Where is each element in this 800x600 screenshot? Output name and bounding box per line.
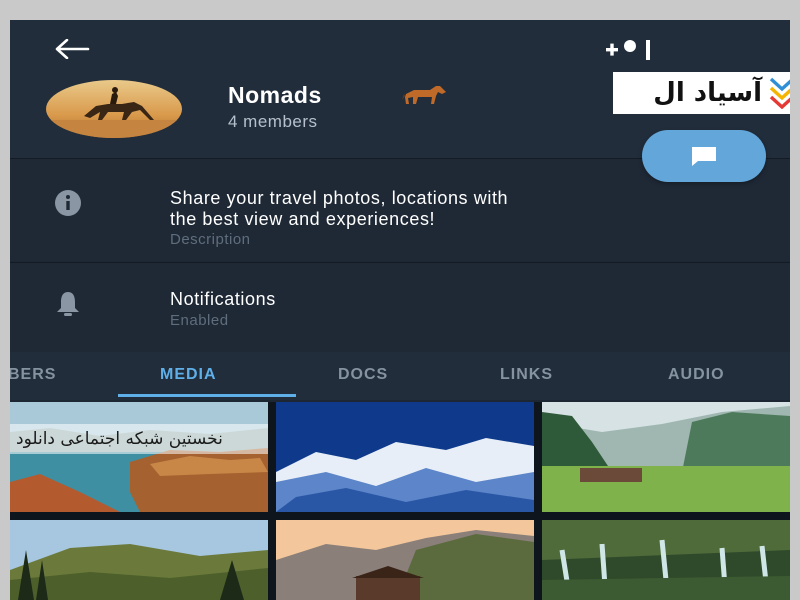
arrow-left-icon <box>55 39 90 59</box>
message-button[interactable] <box>642 130 766 182</box>
media-item-waterfall[interactable] <box>542 520 790 600</box>
screenshot-frame: Nomads 4 members آسیاد ال Share your tra… <box>0 0 800 600</box>
group-info-screen: Nomads 4 members آسیاد ال Share your tra… <box>10 20 790 600</box>
watermark-banner-text: نخستین شبکه اجتماعی دانلود <box>16 429 223 449</box>
chat-bubble-icon <box>692 147 716 166</box>
add-member-button[interactable] <box>606 38 654 64</box>
watermark-logo-text: آسیاد ال <box>653 78 762 108</box>
description-label: Description <box>170 231 251 248</box>
info-icon <box>52 187 84 219</box>
notifications-row[interactable]: Notifications Enabled <box>10 262 790 353</box>
group-avatar[interactable] <box>46 80 182 138</box>
media-tabs: BERS MEDIA DOCS LINKS AUDIO <box>10 352 790 400</box>
site-watermark-logo: آسیاد ال <box>613 72 790 114</box>
description-line-2: the best view and experiences! <box>170 209 436 229</box>
group-title: Nomads <box>228 82 322 108</box>
media-item-meadow[interactable] <box>542 402 790 512</box>
tab-audio[interactable]: AUDIO <box>668 366 725 384</box>
tab-media[interactable]: MEDIA <box>160 366 217 384</box>
tab-links[interactable]: LINKS <box>500 366 553 384</box>
media-grid: نخستین شبکه اجتماعی دانلود <box>10 402 790 600</box>
media-item-mountain-cabin[interactable] <box>276 520 534 600</box>
media-item-coastal-rocks[interactable]: نخستین شبکه اجتماعی دانلود <box>10 402 268 512</box>
media-item-snowy-mountain[interactable] <box>276 402 534 512</box>
active-tab-indicator <box>118 394 296 397</box>
member-count: 4 members <box>228 112 318 131</box>
tab-members[interactable]: BERS <box>10 366 56 384</box>
notifications-status: Enabled <box>170 312 229 329</box>
tab-docs[interactable]: DOCS <box>338 366 388 384</box>
back-button[interactable] <box>50 34 94 64</box>
add-user-icon <box>606 40 650 60</box>
description-line-1: Share your travel photos, locations with <box>170 188 509 208</box>
horse-icon <box>400 84 448 111</box>
notifications-title: Notifications <box>170 289 276 309</box>
bell-icon <box>52 287 84 319</box>
horse-rider-avatar-image <box>46 80 182 138</box>
media-item-forest-hill[interactable] <box>10 520 268 600</box>
watermark-banner: نخستین شبکه اجتماعی دانلود <box>10 424 268 454</box>
chevron-logo-icon <box>769 77 790 109</box>
